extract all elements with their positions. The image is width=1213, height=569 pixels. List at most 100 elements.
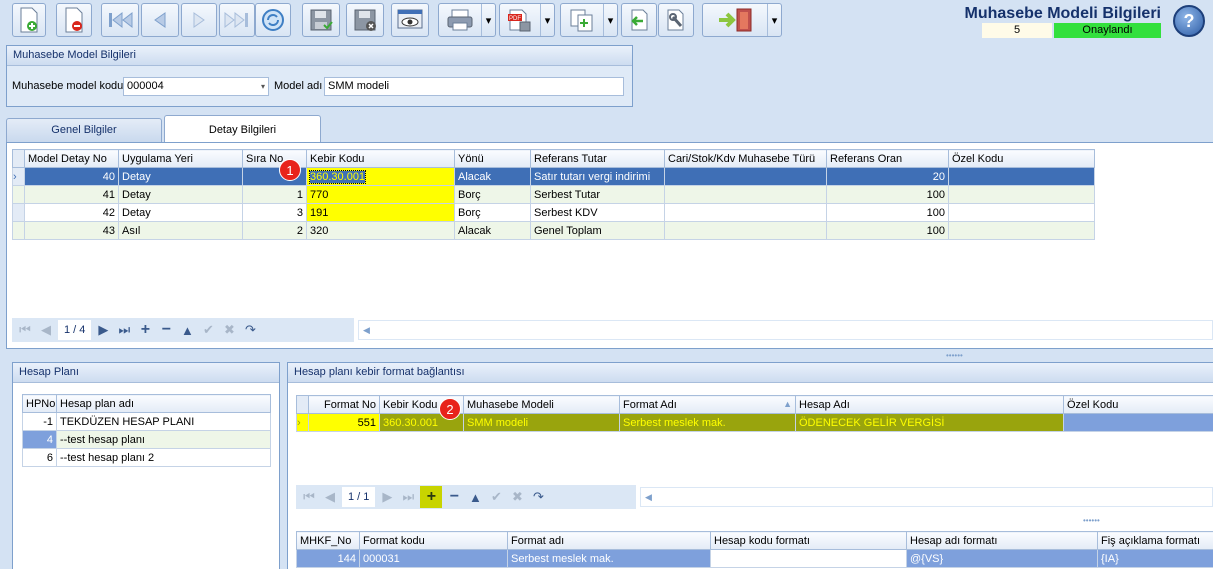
table-row[interactable]: › 40 Detay 360.30.001 Alacak Satır tutar… (12, 167, 1095, 186)
add-icon[interactable]: + (420, 486, 443, 508)
cell[interactable]: Detay (118, 167, 243, 186)
col-model-detay-no[interactable]: Model Detay No (24, 149, 119, 168)
cell[interactable]: 551 (308, 413, 380, 432)
cell[interactable] (948, 221, 1095, 240)
cell[interactable] (948, 203, 1095, 222)
confirm-icon[interactable]: ✔ (199, 321, 217, 339)
cell[interactable]: Serbest Tutar (530, 185, 665, 204)
cell[interactable]: Asıl (118, 221, 243, 240)
next-record-icon[interactable]: ▶ (94, 321, 112, 339)
model-name-input[interactable]: SMM modeli (324, 77, 624, 96)
cell[interactable]: 770 (306, 185, 455, 204)
cell[interactable] (948, 167, 1095, 186)
cell[interactable]: Alacak (454, 167, 531, 186)
col-kebir-kodu[interactable]: Kebir Kodu (306, 149, 455, 168)
cell[interactable]: 320 (306, 221, 455, 240)
cell[interactable]: 6 (22, 448, 57, 467)
next-record-button[interactable] (181, 3, 217, 37)
exit-dropdown-icon[interactable]: ▾ (767, 4, 781, 36)
table-row[interactable]: 41 Detay 1 770 Borç Serbest Tutar 100 (12, 185, 1095, 204)
help-icon[interactable]: ? (1173, 5, 1205, 37)
cell[interactable]: Borç (454, 185, 531, 204)
col-ozel-kodu[interactable]: Özel Kodu (948, 149, 1095, 168)
cell[interactable]: Alacak (454, 221, 531, 240)
cell[interactable]: Serbest meslek mak. (619, 413, 796, 432)
col-muhasebe-turu[interactable]: Cari/Stok/Kdv Muhasebe Türü (664, 149, 827, 168)
cell[interactable] (664, 203, 827, 222)
undo-icon[interactable]: ↷ (529, 488, 547, 506)
cell[interactable] (1063, 413, 1213, 432)
save-approve-button[interactable] (302, 3, 340, 37)
delete-doc-button[interactable] (56, 3, 92, 37)
table-row[interactable]: › 551 360.30.001 SMM modeli Serbest mesl… (296, 413, 1213, 432)
cell[interactable]: 191 (306, 203, 455, 222)
horizontal-scrollbar[interactable]: ◀ (358, 320, 1213, 340)
last-record-icon[interactable]: ⏭ (399, 488, 417, 506)
remove-icon[interactable]: − (157, 321, 175, 339)
new-doc-button[interactable] (12, 3, 46, 37)
table-row[interactable]: 4 --test hesap planı (22, 430, 271, 449)
import-button[interactable] (621, 3, 657, 37)
splitter-grip-icon[interactable]: •••••• (1083, 516, 1100, 525)
print-dropdown-icon[interactable]: ▾ (481, 4, 495, 36)
cell[interactable]: 42 (24, 203, 119, 222)
cell[interactable]: 1 (242, 185, 307, 204)
col-yonu[interactable]: Yönü (454, 149, 531, 168)
cell[interactable]: Detay (118, 203, 243, 222)
save-cancel-button[interactable] (346, 3, 384, 37)
cell[interactable]: -1 (22, 412, 57, 431)
cell[interactable]: SMM modeli (463, 413, 620, 432)
preview-button[interactable] (391, 3, 429, 37)
col-format-kodu[interactable]: Format kodu (359, 531, 508, 550)
cell[interactable]: --test hesap planı 2 (56, 448, 271, 467)
cell[interactable] (664, 221, 827, 240)
pdf-dropdown-icon[interactable]: ▾ (540, 4, 554, 36)
cell[interactable] (948, 185, 1095, 204)
previous-record-button[interactable] (141, 3, 179, 37)
table-row[interactable]: 43 Asıl 2 320 Alacak Genel Toplam 100 (12, 221, 1095, 240)
remove-icon[interactable]: − (445, 488, 463, 506)
cell[interactable]: --test hesap planı (56, 430, 271, 449)
cell[interactable]: 3 (242, 203, 307, 222)
cancel-icon[interactable]: ✖ (220, 321, 238, 339)
cell[interactable]: Satır tutarı vergi indirimi (530, 167, 665, 186)
cell[interactable]: 4 (22, 430, 57, 449)
previous-record-icon[interactable]: ◀ (37, 321, 55, 339)
cell[interactable]: Serbest KDV (530, 203, 665, 222)
cell[interactable] (664, 185, 827, 204)
cell[interactable]: 100 (826, 203, 949, 222)
exit-button[interactable]: ▾ (702, 3, 782, 37)
refresh-button[interactable] (255, 3, 291, 37)
cell[interactable]: 43 (24, 221, 119, 240)
cell[interactable]: 41 (24, 185, 119, 204)
print-button[interactable]: ▾ (438, 3, 496, 37)
last-record-icon[interactable]: ⏭ (115, 321, 133, 339)
first-record-icon[interactable]: ⏮ (300, 488, 318, 506)
cell[interactable]: 2 (242, 221, 307, 240)
horizontal-scrollbar[interactable]: ◀ (640, 487, 1213, 507)
cancel-icon[interactable]: ✖ (508, 488, 526, 506)
col-format-no[interactable]: Format No (308, 395, 380, 414)
cell[interactable]: {IA} (1097, 549, 1213, 568)
cell[interactable]: 100 (826, 185, 949, 204)
model-code-select[interactable]: 000004 ▾ (123, 77, 269, 96)
cell[interactable] (664, 167, 827, 186)
cell[interactable]: 144 (296, 549, 360, 568)
cell[interactable]: 40 (24, 167, 119, 186)
tab-detay-bilgileri[interactable]: Detay Bilgileri (164, 115, 321, 143)
previous-record-icon[interactable]: ◀ (321, 488, 339, 506)
cell[interactable]: Serbest meslek mak. (507, 549, 711, 568)
col-referans-tutar[interactable]: Referans Tutar (530, 149, 665, 168)
splitter-grip-icon[interactable]: •••••• (946, 351, 963, 360)
table-row[interactable]: 144 000031 Serbest meslek mak. @{VS} {IA… (296, 549, 1213, 568)
copy-button[interactable]: ▾ (560, 3, 618, 37)
col-muhasebe-modeli[interactable]: Muhasebe Modeli (463, 395, 620, 414)
col-hesap-plan-adi[interactable]: Hesap plan adı (56, 394, 271, 413)
first-record-icon[interactable]: ⏮ (16, 321, 34, 339)
confirm-icon[interactable]: ✔ (487, 488, 505, 506)
table-row[interactable]: 42 Detay 3 191 Borç Serbest KDV 100 (12, 203, 1095, 222)
pdf-export-button[interactable]: PDF ▾ (499, 3, 555, 37)
col-hesap-kodu-formati[interactable]: Hesap kodu formatı (710, 531, 907, 550)
first-record-button[interactable] (101, 3, 139, 37)
copy-dropdown-icon[interactable]: ▾ (603, 4, 617, 36)
